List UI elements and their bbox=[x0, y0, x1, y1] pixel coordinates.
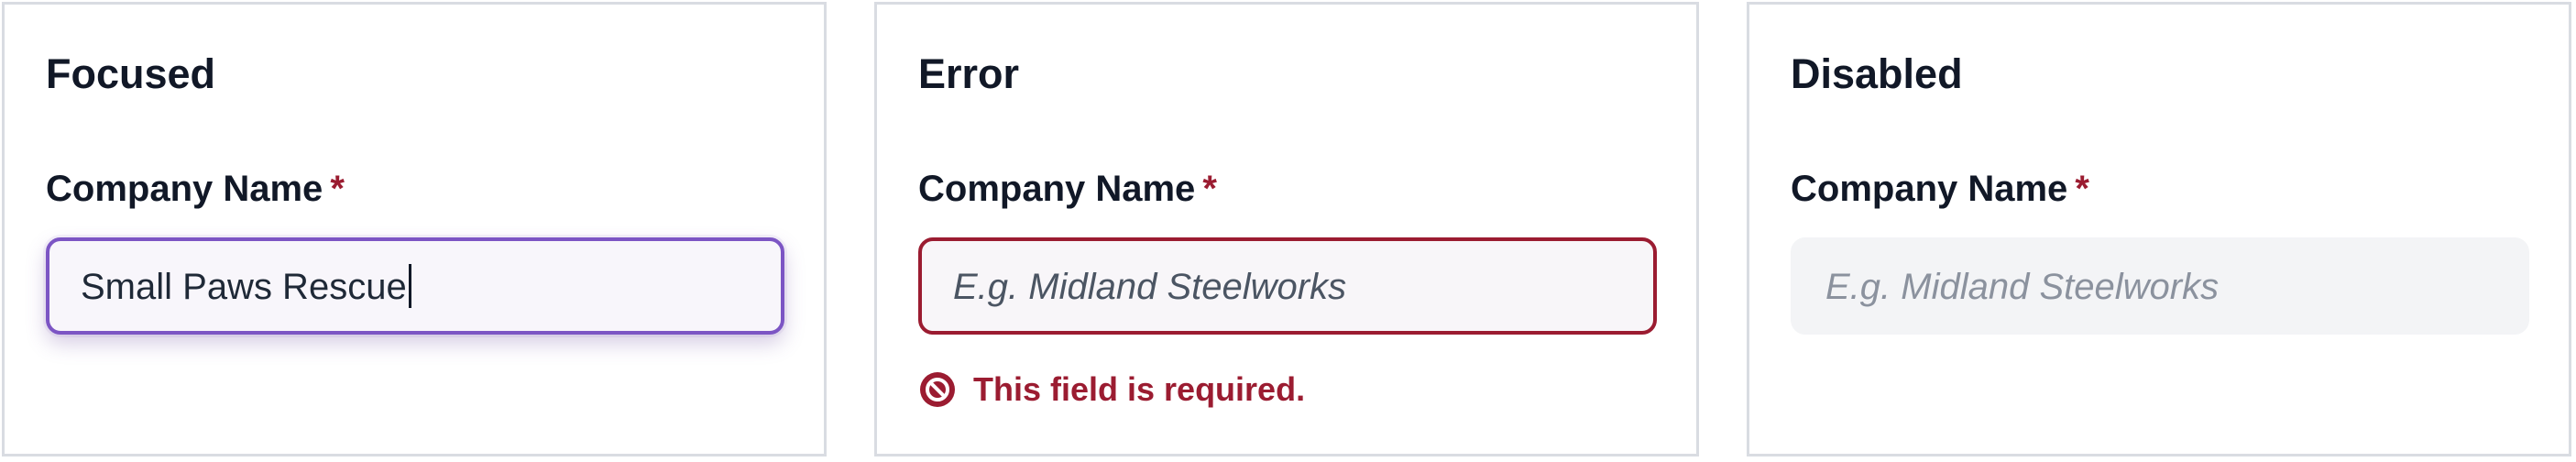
label-text: Company Name bbox=[918, 169, 1196, 209]
panel-title: Error bbox=[918, 50, 1020, 97]
label-text: Company Name bbox=[1791, 169, 2068, 209]
company-name-input-disabled: E.g. Midland Steelworks bbox=[1791, 237, 2529, 335]
error-state-panel: Error Company Name * E.g. Midland Steelwo… bbox=[874, 2, 1699, 456]
company-name-input[interactable]: E.g. Midland Steelworks bbox=[918, 237, 1657, 335]
required-asterisk: * bbox=[1202, 169, 1217, 209]
required-asterisk: * bbox=[330, 169, 345, 209]
panel-title: Disabled bbox=[1791, 50, 1963, 97]
error-circle-icon bbox=[920, 372, 955, 407]
company-name-label: Company Name * bbox=[1791, 166, 2089, 212]
required-asterisk: * bbox=[2075, 169, 2089, 209]
label-text: Company Name bbox=[46, 169, 323, 209]
input-placeholder: E.g. Midland Steelworks bbox=[953, 267, 1347, 307]
text-caret bbox=[408, 264, 411, 309]
input-placeholder: E.g. Midland Steelworks bbox=[1825, 267, 2220, 307]
company-name-input[interactable]: Small Paws Rescue bbox=[46, 237, 784, 335]
input-value: Small Paws Rescue bbox=[81, 267, 407, 307]
company-name-label: Company Name * bbox=[46, 166, 345, 212]
error-message: This field is required. bbox=[918, 368, 1305, 412]
panel-title: Focused bbox=[46, 50, 216, 97]
focused-state-panel: Focused Company Name * Small Paws Rescue bbox=[2, 2, 827, 456]
error-text: This field is required. bbox=[973, 370, 1306, 408]
disabled-state-panel: Disabled Company Name * E.g. Midland Stee… bbox=[1747, 2, 2571, 456]
company-name-label: Company Name * bbox=[918, 166, 1217, 212]
